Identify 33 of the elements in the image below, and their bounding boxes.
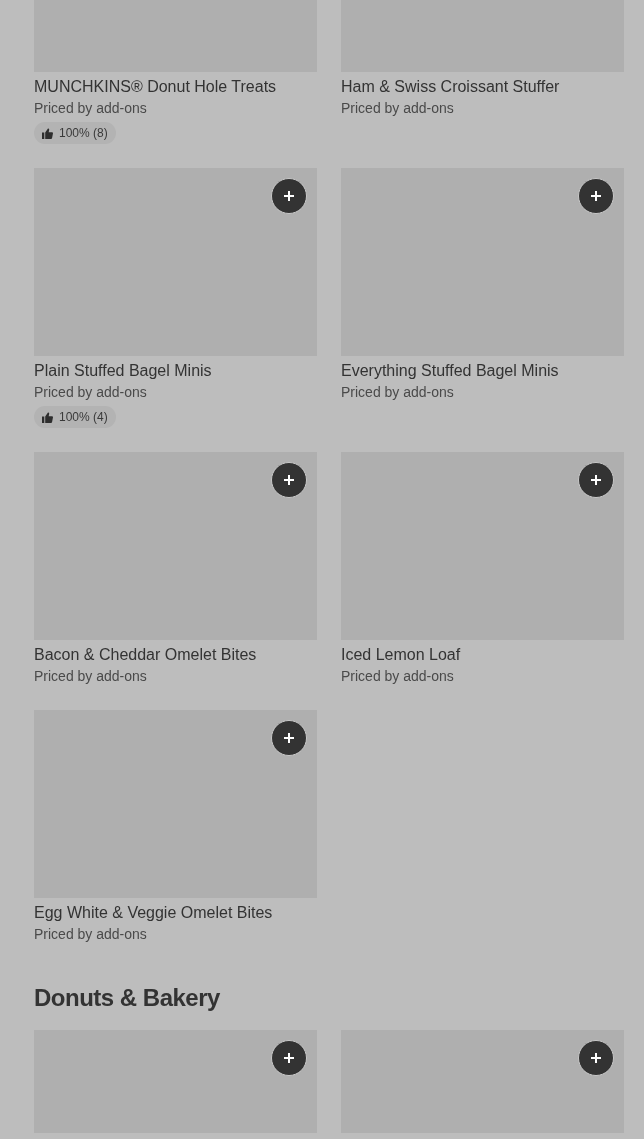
item-price: Priced by add-ons xyxy=(34,383,147,402)
item-name: Ham & Swiss Croissant Stuffer xyxy=(341,77,560,97)
plus-icon xyxy=(283,190,295,202)
add-button[interactable] xyxy=(578,178,614,214)
item-name: Everything Stuffed Bagel Minis xyxy=(341,361,559,381)
item-price: Priced by add-ons xyxy=(34,925,147,944)
item-name: Bacon & Cheddar Omelet Bites xyxy=(34,645,257,665)
plus-icon xyxy=(590,1052,602,1064)
item-price: Priced by add-ons xyxy=(34,667,147,686)
rating-text: 100% (4) xyxy=(59,410,108,424)
item-name: Iced Lemon Loaf xyxy=(341,645,461,665)
rating-text: 100% (8) xyxy=(59,126,108,140)
item-price: Priced by add-ons xyxy=(341,667,454,686)
add-button[interactable] xyxy=(271,178,307,214)
thumbs-up-icon xyxy=(42,411,53,423)
item-price: Priced by add-ons xyxy=(341,383,454,402)
plus-icon xyxy=(590,190,602,202)
add-button[interactable] xyxy=(578,462,614,498)
add-button[interactable] xyxy=(271,1040,307,1076)
thumbs-up-icon xyxy=(42,127,53,139)
add-button[interactable] xyxy=(578,1040,614,1076)
plus-icon xyxy=(283,732,295,744)
item-name: MUNCHKINS® Donut Hole Treats xyxy=(34,77,277,97)
add-button[interactable] xyxy=(271,720,307,756)
item-price: Priced by add-ons xyxy=(34,99,147,118)
item-price: Priced by add-ons xyxy=(341,99,454,118)
plus-icon xyxy=(283,1052,295,1064)
item-name: Egg White & Veggie Omelet Bites xyxy=(34,903,273,923)
section-heading: Donuts & Bakery xyxy=(34,984,221,1012)
plus-icon xyxy=(283,474,295,486)
add-button[interactable] xyxy=(271,462,307,498)
plus-icon xyxy=(590,474,602,486)
item-name: Plain Stuffed Bagel Minis xyxy=(34,361,212,381)
